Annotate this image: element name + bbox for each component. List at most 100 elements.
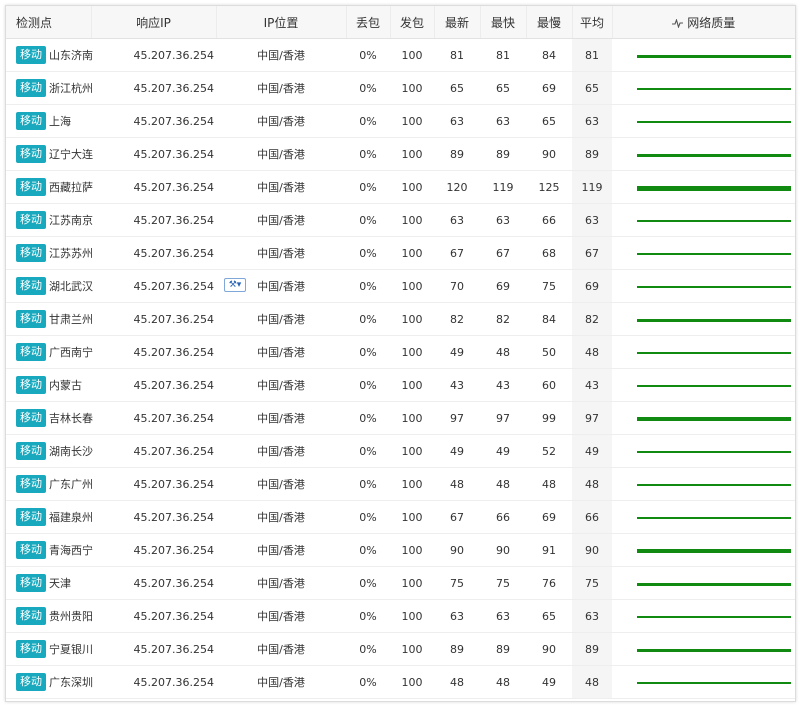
isp-badge: 移动 bbox=[16, 79, 46, 97]
location-cell: 中国/香港 bbox=[216, 533, 346, 567]
node-cell: 移动 福建泉州 bbox=[6, 500, 93, 534]
header-slowest[interactable]: 最慢 bbox=[526, 6, 573, 39]
table-row: 移动 天津 45.207.36.254 中国/香港 0% 100 75 75 76 75 bbox=[6, 566, 795, 600]
sent-cell: 100 bbox=[390, 170, 434, 204]
table-row: 移动 湖北武汉 45.207.36.254 中国/香港 0% 100 70 69 75 69 bbox=[6, 269, 795, 303]
ip-cell[interactable]: 45.207.36.254 bbox=[91, 302, 216, 336]
quality-chart bbox=[612, 204, 795, 236]
quality-line bbox=[637, 154, 791, 157]
quality-cell bbox=[612, 302, 795, 336]
location-cell: 中国/香港 bbox=[216, 38, 346, 72]
node-city: 天津 bbox=[49, 577, 71, 590]
ip-cell[interactable]: 45.207.36.254 bbox=[91, 269, 216, 303]
ip-cell[interactable]: 45.207.36.254 bbox=[91, 137, 216, 171]
isp-badge: 移动 bbox=[16, 244, 46, 262]
header-latest[interactable]: 最新 bbox=[434, 6, 481, 39]
fastest-cell: 63 bbox=[480, 104, 526, 138]
quality-line bbox=[637, 549, 791, 553]
quality-chart bbox=[612, 369, 795, 401]
quality-cell bbox=[612, 566, 795, 600]
quality-chart bbox=[612, 171, 795, 203]
latest-cell: 82 bbox=[434, 302, 480, 336]
ping-results-panel: 检测点 响应IP IP位置 丢包 发包 最新 最快 最慢 平均 网络质量 移动山… bbox=[5, 5, 796, 702]
location-cell: 中国/香港 bbox=[216, 599, 346, 633]
quality-chart bbox=[612, 138, 795, 170]
location-cell: 中国/香港 bbox=[216, 170, 346, 204]
table-row: 移动 湖南长沙 45.207.36.254 中国/香港 0% 100 49 49 52 49 bbox=[6, 434, 795, 468]
quality-line bbox=[637, 583, 791, 586]
header-quality[interactable]: 网络质量 bbox=[612, 6, 795, 39]
node-city: 广东深圳 bbox=[49, 676, 93, 689]
quality-chart bbox=[612, 105, 795, 137]
fastest-cell: 75 bbox=[480, 566, 526, 600]
latest-cell: 48 bbox=[434, 665, 480, 699]
header-avg[interactable]: 平均 bbox=[572, 6, 613, 39]
ip-cell[interactable]: 45.207.36.254 bbox=[91, 599, 216, 633]
avg-cell: 89 bbox=[572, 137, 612, 171]
wrench-dropdown-icon[interactable]: ⚒▾ bbox=[224, 278, 246, 292]
ip-cell[interactable]: 45.207.36.254 bbox=[91, 467, 216, 501]
ip-cell[interactable]: 45.207.36.254 bbox=[91, 71, 216, 105]
header-loss[interactable]: 丢包 bbox=[346, 6, 391, 39]
quality-cell bbox=[612, 401, 795, 435]
pulse-icon bbox=[672, 18, 684, 28]
table-row: 移动 江苏南京 45.207.36.254 中国/香港 0% 100 63 63 66 63 bbox=[6, 203, 795, 237]
slowest-cell: 69 bbox=[526, 500, 572, 534]
ip-cell[interactable]: 45.207.36.254 bbox=[91, 500, 216, 534]
header-sent[interactable]: 发包 bbox=[390, 6, 435, 39]
slowest-cell: 84 bbox=[526, 302, 572, 336]
isp-badge: 移动 bbox=[16, 277, 46, 295]
header-node[interactable]: 检测点 bbox=[6, 6, 92, 39]
header-location[interactable]: IP位置 bbox=[216, 6, 347, 39]
quality-cell bbox=[612, 632, 795, 666]
ip-cell[interactable]: 45.207.36.254 bbox=[91, 368, 216, 402]
ip-cell[interactable]: 45.207.36.254 bbox=[91, 104, 216, 138]
node-cell: 移动 湖北武汉 bbox=[6, 269, 93, 303]
node-city: 湖南长沙 bbox=[49, 445, 93, 458]
table-row: 移动 江苏苏州 45.207.36.254 中国/香港 0% 100 67 67 68 67 bbox=[6, 236, 795, 270]
isp-badge: 移动 bbox=[16, 178, 46, 196]
ip-cell[interactable]: 45.207.36.254 bbox=[91, 236, 216, 270]
header-fastest[interactable]: 最快 bbox=[480, 6, 527, 39]
node-cell: 移动 湖南长沙 bbox=[6, 434, 93, 468]
ip-cell[interactable]: 45.207.36.254 bbox=[91, 38, 216, 72]
node-cell: 移动 浙江杭州 bbox=[6, 71, 93, 105]
ip-cell[interactable]: 45.207.36.254 bbox=[91, 401, 216, 435]
location-cell: 中国/香港 bbox=[216, 434, 346, 468]
quality-line bbox=[637, 121, 791, 123]
avg-cell: 119 bbox=[572, 170, 612, 204]
latest-cell: 49 bbox=[434, 434, 480, 468]
quality-line bbox=[637, 220, 791, 222]
header-ip[interactable]: 响应IP bbox=[91, 6, 217, 39]
slowest-cell: 68 bbox=[526, 236, 572, 270]
quality-cell bbox=[612, 269, 795, 303]
ip-cell[interactable]: 45.207.36.254 bbox=[91, 170, 216, 204]
table-row: 移动 福建泉州 45.207.36.254 中国/香港 0% 100 67 66 69 66 bbox=[6, 500, 795, 534]
ip-cell[interactable]: 45.207.36.254 bbox=[91, 533, 216, 567]
latest-cell: 89 bbox=[434, 137, 480, 171]
ip-cell[interactable]: 45.207.36.254 bbox=[91, 665, 216, 699]
quality-line bbox=[637, 88, 791, 90]
ip-cell[interactable]: 45.207.36.254 bbox=[91, 203, 216, 237]
slowest-cell: 125 bbox=[526, 170, 572, 204]
location-cell: 中国/香港 bbox=[216, 665, 346, 699]
quality-cell bbox=[612, 434, 795, 468]
avg-cell: 63 bbox=[572, 104, 612, 138]
ip-cell[interactable]: 45.207.36.254 bbox=[91, 434, 216, 468]
quality-chart bbox=[612, 666, 795, 698]
quality-cell bbox=[612, 137, 795, 171]
sent-cell: 100 bbox=[390, 302, 434, 336]
latest-cell: 67 bbox=[434, 500, 480, 534]
fastest-cell: 90 bbox=[480, 533, 526, 567]
fastest-cell: 48 bbox=[480, 467, 526, 501]
location-cell: 中国/香港 bbox=[216, 632, 346, 666]
slowest-cell: 49 bbox=[526, 665, 572, 699]
ip-cell[interactable]: 45.207.36.254 bbox=[91, 632, 216, 666]
loss-cell: 0% bbox=[346, 38, 390, 72]
fastest-cell: 63 bbox=[480, 599, 526, 633]
isp-badge: 移动 bbox=[16, 508, 46, 526]
ip-cell[interactable]: 45.207.36.254 bbox=[91, 335, 216, 369]
node-cell: 移动 青海西宁 bbox=[6, 533, 93, 567]
ip-cell[interactable]: 45.207.36.254 bbox=[91, 566, 216, 600]
slowest-cell: 69 bbox=[526, 71, 572, 105]
